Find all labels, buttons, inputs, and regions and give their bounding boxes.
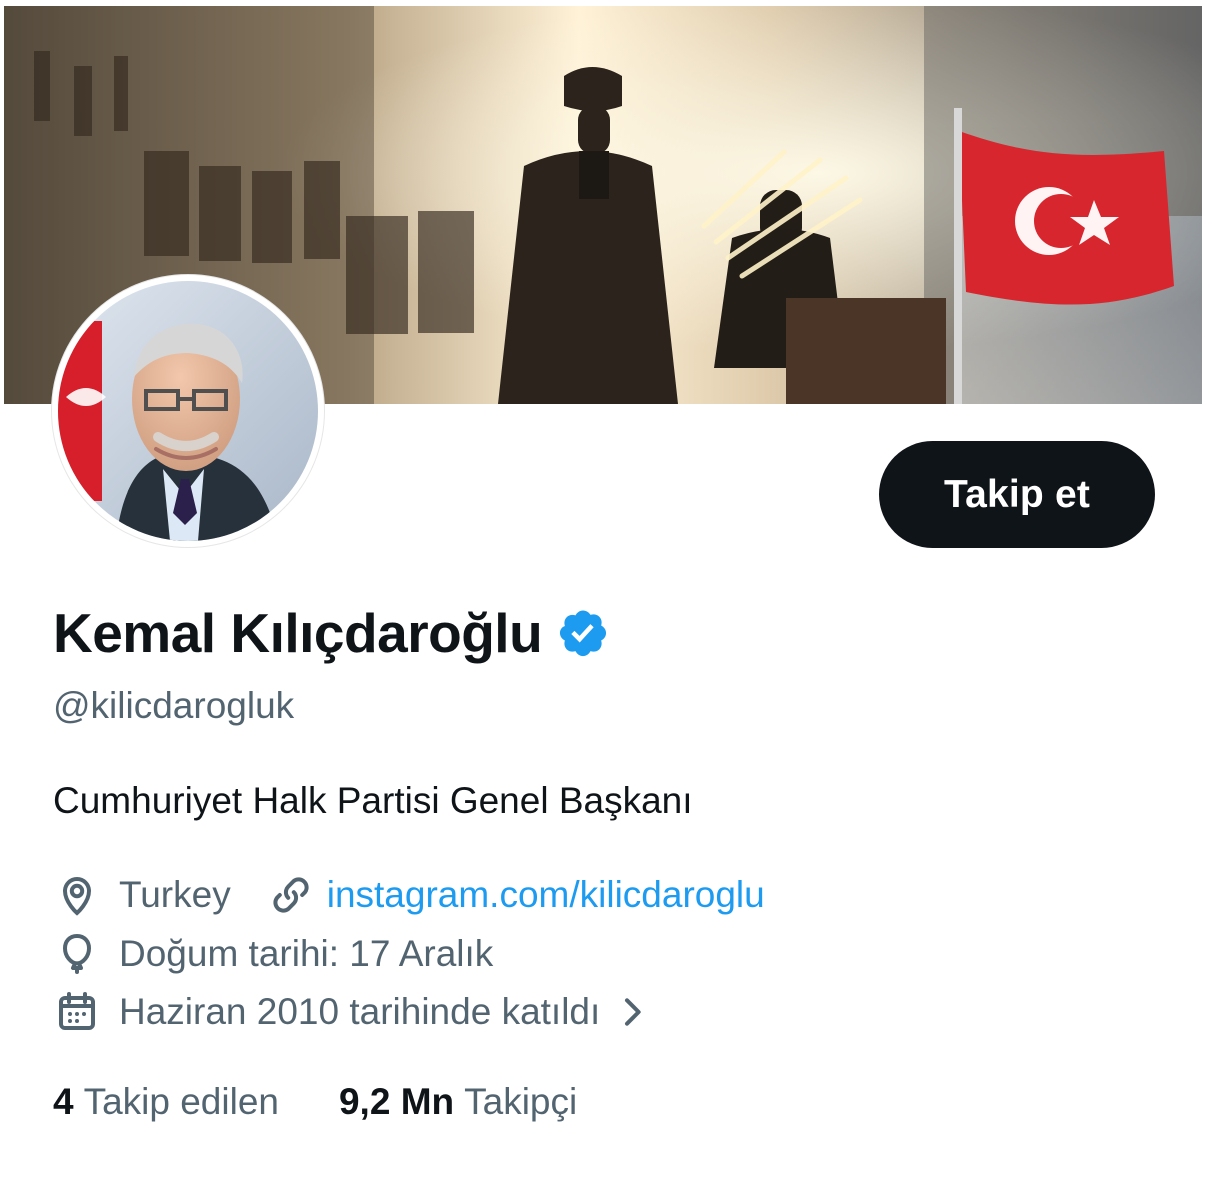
following-count[interactable]: 4 <box>53 1080 74 1124</box>
profile-avatar[interactable] <box>52 275 324 547</box>
balloon-icon <box>62 933 92 974</box>
profile-website-link[interactable]: instagram.com/kilicdaroglu <box>327 873 765 917</box>
calendar-icon <box>59 992 95 1030</box>
profile-location-row: Turkey instagram.com/kilicdaroglu <box>53 871 765 919</box>
profile-name-row: Kemal Kılıçdaroğlu <box>53 597 610 669</box>
following-stat[interactable]: 4 Takip edilen <box>53 1080 279 1124</box>
location-pin-icon <box>62 877 92 916</box>
profile-birth-date: Doğum tarihi: 17 Aralık <box>119 932 494 974</box>
followers-label[interactable]: Takipçi <box>464 1080 577 1124</box>
chevron-right-icon[interactable] <box>612 992 652 1032</box>
profile-website-wrap[interactable]: instagram.com/kilicdaroglu <box>267 871 765 919</box>
following-label[interactable]: Takip edilen <box>84 1080 279 1124</box>
profile-joined-date[interactable]: Haziran 2010 tarihinde katıldı <box>119 990 600 1034</box>
profile-location: Turkey <box>119 873 231 915</box>
verified-badge-icon <box>560 610 607 657</box>
profile-joined-row[interactable]: Haziran 2010 tarihinde katıldı <box>53 988 652 1036</box>
link-icon <box>273 877 309 913</box>
profile-stats: 4 Takip edilen 9,2 Mn Takipçi <box>53 1080 577 1124</box>
profile-birth-row: Doğum tarihi: 17 Aralık <box>53 930 493 978</box>
avatar-image <box>58 281 318 541</box>
follow-button[interactable]: Takip et <box>879 441 1155 548</box>
followers-stat[interactable]: 9,2 Mn Takipçi <box>339 1080 577 1124</box>
profile-handle: @kilicdarogluk <box>53 685 295 726</box>
display-name: Kemal Kılıçdaroğlu <box>53 601 543 664</box>
followers-count[interactable]: 9,2 Mn <box>339 1080 454 1124</box>
profile-bio: Cumhuriyet Halk Partisi Genel Başkanı <box>53 780 693 821</box>
